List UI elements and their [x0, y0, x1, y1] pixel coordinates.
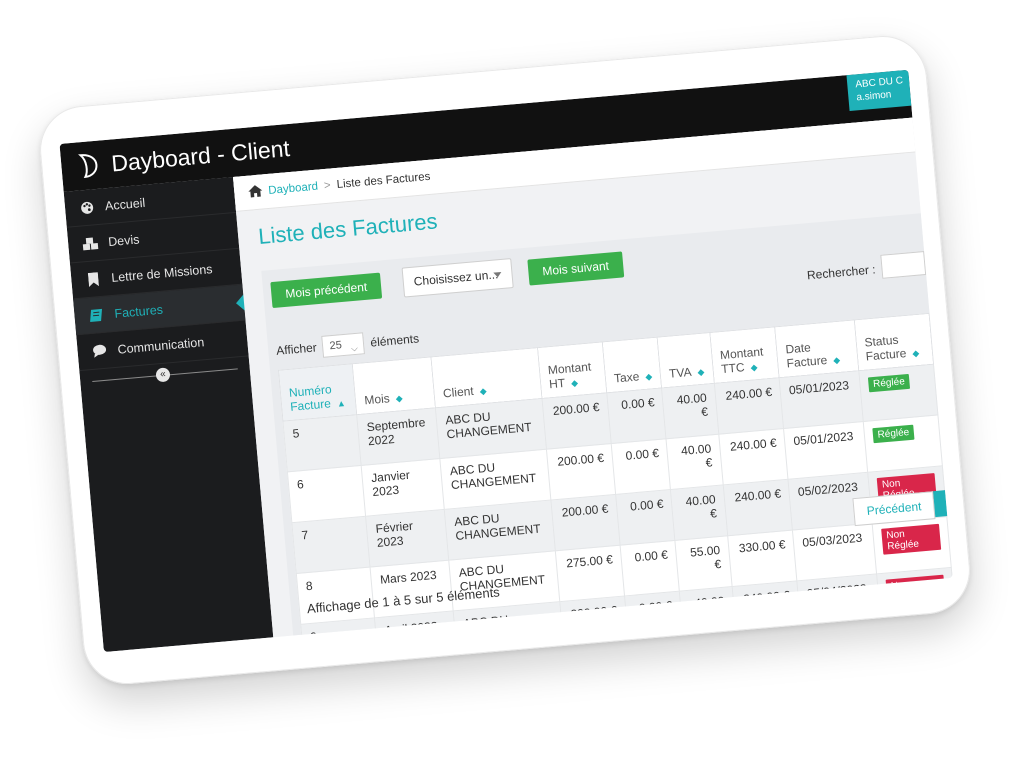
cell-client: ABC DU CHANGEMENT	[435, 398, 547, 459]
cell-tva: 40.00 €	[661, 383, 719, 439]
main-content: Dayboard > Liste des Factures Liste des …	[233, 117, 953, 653]
column-header-numero[interactable]: Numéro Facture ▲	[278, 363, 358, 422]
home-icon[interactable]	[248, 184, 263, 200]
cell-client: ABC DU CHANGEMENT	[453, 601, 565, 653]
sort-icon: ◆	[697, 366, 705, 378]
cell-numero: 5	[282, 414, 362, 472]
cell-date-facture: 05/01/2023	[783, 421, 868, 480]
cell-mois: Février 2023	[366, 509, 450, 568]
month-select-value: Choisissez un...	[413, 267, 499, 289]
breadcrumb-home-link[interactable]: Dayboard	[268, 181, 319, 197]
cell-tva: 40.00 €	[670, 484, 728, 541]
status-badge: Réglée	[867, 373, 911, 393]
sort-icon: ◆	[832, 354, 841, 366]
cell-date-facture: 05/04/2023	[797, 573, 881, 632]
cell-montant-ttc: 240.00 €	[718, 428, 789, 485]
cell-mois: Avril 2023	[374, 610, 458, 653]
cell-status: Réglée	[862, 414, 943, 473]
collapse-sidebar-button[interactable]: «	[155, 367, 171, 383]
cell-mois: Janvier 2023	[361, 458, 445, 517]
cell-taxe: 0.00 €	[624, 591, 685, 647]
status-badge: Non Réglée	[885, 574, 946, 606]
cell-montant-ht: 200.00 €	[541, 392, 612, 450]
cell-client: ABC DU CHANGEMENT	[440, 449, 551, 510]
palette-icon	[78, 199, 95, 216]
cell-taxe: 0.00 €	[611, 438, 671, 495]
sort-icon: ◆	[570, 377, 579, 389]
page-length-select[interactable]: 25 ⌵	[321, 332, 366, 358]
column-header-taxe[interactable]: Taxe ◆	[602, 337, 662, 393]
cell-montant-ht: 275.00 €	[555, 545, 625, 602]
breadcrumb-current: Liste des Factures	[336, 170, 431, 191]
book-icon	[88, 306, 105, 323]
previous-month-button[interactable]: Mois précédent	[270, 272, 383, 309]
column-header-client[interactable]: Client ◆	[431, 347, 542, 408]
status-badge: Réglée	[872, 424, 915, 444]
month-select[interactable]: Choisissez un...	[401, 258, 514, 298]
cell-tva: 40.00 €	[666, 434, 723, 490]
cell-montant-ht: 200.00 €	[546, 443, 616, 501]
cell-montant-ttc: 240.00 €	[722, 479, 793, 536]
breadcrumb-separator: >	[323, 179, 332, 193]
cell-taxe: 0.00 €	[606, 387, 667, 444]
cell-montant-ttc: 330.00 €	[727, 530, 798, 587]
sidebar-item-label: Factures	[113, 302, 164, 321]
page-length-control: Afficher 25 ⌵ éléments	[275, 327, 420, 361]
sort-asc-icon: ▲	[336, 398, 347, 409]
cell-client: ABC DU CHANGEMENT	[444, 500, 556, 561]
cell-montant-ht: 200.00 €	[559, 595, 629, 653]
sort-icon: ◆	[479, 385, 488, 397]
cell-numero: 9	[300, 617, 380, 653]
app-screen: Dayboard - Client ABC DU C a.simon Accue…	[59, 69, 953, 653]
column-header-montant-ht[interactable]: Montant HT ◆	[537, 341, 607, 399]
sidebar-item-label: Accueil	[104, 195, 146, 213]
dayboard-logo-icon	[76, 151, 100, 181]
sort-icon: ◆	[644, 371, 653, 382]
cell-date-facture: 05/01/2023	[779, 370, 863, 429]
search-input[interactable]	[880, 251, 927, 279]
cell-montant-ttc: 240.00 €	[731, 580, 802, 638]
column-header-mois[interactable]: Mois ◆	[352, 356, 436, 415]
cell-mois: Septembre 2022	[357, 407, 441, 466]
show-label: Afficher	[275, 340, 318, 358]
invoices-panel: Mois précédent Choisissez un... Mois sui…	[261, 213, 953, 653]
cell-date-facture: 05/03/2023	[792, 523, 877, 581]
sidebar-item-label: Communication	[116, 334, 205, 357]
caret-down-icon	[493, 271, 502, 278]
bookmark-icon	[85, 270, 102, 287]
column-header-status[interactable]: Status Facture ◆	[853, 313, 934, 371]
next-month-button[interactable]: Mois suivant	[527, 251, 624, 286]
cell-status: Non Réglée	[876, 567, 953, 625]
chevron-down-icon: ⌵	[350, 342, 359, 354]
tablet-frame: Dayboard - Client ABC DU C a.simon Accue…	[36, 32, 974, 688]
cell-montant-ttc: 240.00 €	[713, 377, 784, 435]
app-title: Dayboard - Client	[110, 134, 291, 177]
user-account-badge[interactable]: ABC DU C a.simon	[846, 69, 912, 112]
cubes-icon	[82, 235, 99, 252]
cell-numero: 7	[291, 516, 371, 574]
column-header-montant-ttc[interactable]: Montant TTC ◆	[709, 326, 780, 384]
status-badge: Non Réglée	[880, 523, 942, 555]
sort-icon: ◆	[395, 393, 404, 404]
page-length-value: 25	[329, 339, 343, 353]
cell-taxe: 0.00 €	[615, 489, 676, 546]
column-header-date-facture[interactable]: Date Facture ◆	[774, 319, 859, 378]
sort-icon: ◆	[911, 347, 920, 359]
current-page-button[interactable]	[933, 490, 948, 518]
cell-tva: 55.00 €	[675, 535, 732, 592]
search-label: Rechercher :	[806, 262, 877, 283]
sort-icon: ◆	[750, 362, 758, 373]
cell-tva: 40.00 €	[679, 586, 737, 642]
comment-icon	[91, 342, 108, 359]
column-header-tva[interactable]: TVA ◆	[657, 332, 714, 388]
cell-montant-ht: 200.00 €	[550, 494, 621, 551]
cell-status: Non Réglée	[871, 516, 952, 574]
cell-taxe: 0.00 €	[620, 540, 680, 596]
sidebar-item-label: Lettre de Missions	[110, 261, 213, 285]
cell-status: Réglée	[858, 364, 938, 422]
elements-label: éléments	[369, 331, 420, 350]
cell-numero: 6	[287, 465, 367, 523]
sidebar-item-label: Devis	[107, 231, 140, 249]
